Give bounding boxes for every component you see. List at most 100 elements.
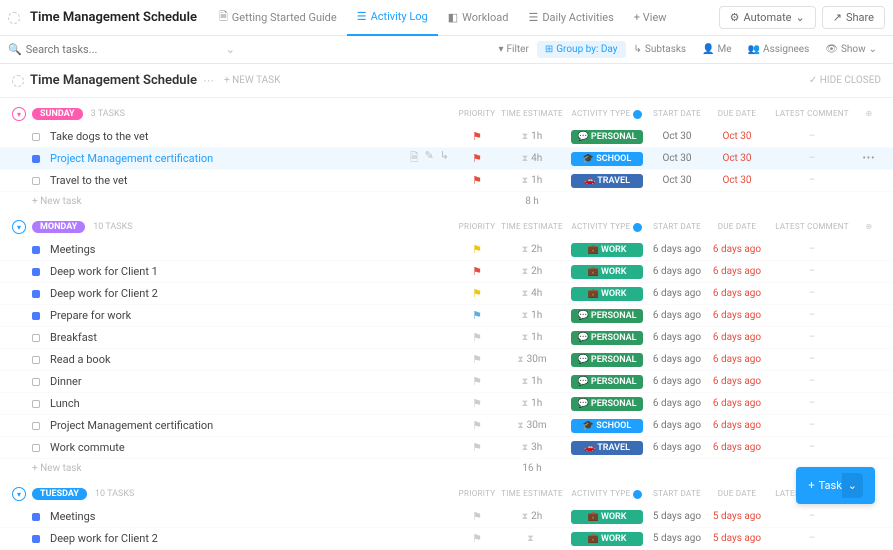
flag-icon[interactable]: ⚑	[472, 130, 482, 143]
due-date[interactable]: 6 days ago	[707, 244, 767, 255]
flag-icon[interactable]: ⚑	[472, 265, 482, 278]
activity-type-pill[interactable]: 💬 PERSONAL	[571, 353, 643, 367]
time-estimate[interactable]: ⧗2h	[497, 511, 567, 522]
task-name[interactable]: Work commute	[50, 441, 457, 454]
new-task-button[interactable]: + NEW TASK	[224, 75, 280, 86]
time-estimate[interactable]: ⧗30m	[497, 354, 567, 365]
assignees-button[interactable]: 👥Assignees	[740, 41, 818, 58]
task-row[interactable]: Meetings ⚑ ⧗2h 💼 WORK 6 days ago 6 days …	[0, 239, 893, 261]
latest-comment[interactable]: –	[767, 288, 857, 299]
tab-activity-log[interactable]: ☰Activity Log	[347, 0, 438, 36]
chevron-down-icon[interactable]: ⌄	[226, 43, 235, 56]
show-button[interactable]: 👁Show⌄	[817, 41, 885, 58]
new-task-fab[interactable]: + Task ⌄	[796, 467, 875, 504]
col-latest-comment[interactable]: LATEST COMMENT	[767, 109, 857, 118]
latest-comment[interactable]: –	[767, 420, 857, 431]
add-column-button[interactable]: ⊕	[857, 222, 881, 231]
task-name[interactable]: Project Management certification	[50, 419, 457, 432]
automate-button[interactable]: ⚙Automate⌄	[719, 6, 816, 29]
tab-getting-started[interactable]: 🗎Getting Started Guide	[209, 0, 347, 36]
flag-icon[interactable]: ⚑	[472, 510, 482, 523]
time-estimate[interactable]: ⧗1h	[497, 332, 567, 343]
activity-type-pill[interactable]: 🎓 SCHOOL	[571, 152, 643, 166]
tab-workload[interactable]: ◧Workload	[438, 0, 519, 36]
flag-icon[interactable]: ⚑	[472, 309, 482, 322]
task-row[interactable]: Work commute ⚑ ⧗3h 🚗 TRAVEL 6 days ago 6…	[0, 437, 893, 459]
time-estimate[interactable]: ⧗	[497, 533, 567, 544]
time-estimate[interactable]: ⧗1h	[497, 131, 567, 142]
time-estimate[interactable]: ⧗1h	[497, 175, 567, 186]
me-button[interactable]: 👤Me	[694, 41, 740, 58]
task-row[interactable]: Dinner ⚑ ⧗1h 💬 PERSONAL 6 days ago 6 day…	[0, 371, 893, 393]
task-row[interactable]: Read a book ⚑ ⧗30m 💬 PERSONAL 6 days ago…	[0, 349, 893, 371]
task-name[interactable]: Meetings	[50, 243, 457, 256]
due-date[interactable]: 6 days ago	[707, 354, 767, 365]
add-view-button[interactable]: + View	[624, 0, 677, 36]
activity-type-pill[interactable]: 💬 PERSONAL	[571, 331, 643, 345]
status-checkbox[interactable]	[32, 535, 40, 543]
rename-icon[interactable]: ✎	[425, 149, 434, 168]
due-date[interactable]: 6 days ago	[707, 310, 767, 321]
flag-icon[interactable]: ⚑	[472, 243, 482, 256]
flag-icon[interactable]: ⚑	[472, 397, 482, 410]
col-priority[interactable]: PRIORITY	[457, 109, 497, 118]
flag-icon[interactable]: ⚑	[472, 532, 482, 545]
task-row[interactable]: Deep work for Client 1 ⚑ ⧗2h 💼 WORK 6 da…	[0, 261, 893, 283]
latest-comment[interactable]: –	[767, 266, 857, 277]
due-date[interactable]: 6 days ago	[707, 376, 767, 387]
col-activity-type[interactable]: ACTIVITY TYPE	[567, 109, 647, 118]
task-name[interactable]: Lunch	[50, 397, 457, 410]
col-start-date[interactable]: START DATE	[647, 109, 707, 118]
col-activity-type[interactable]: ACTIVITY TYPE	[567, 489, 647, 498]
search-input[interactable]	[26, 43, 226, 56]
time-estimate[interactable]: ⧗1h	[497, 376, 567, 387]
activity-type-pill[interactable]: 💼 WORK	[571, 265, 643, 279]
status-checkbox[interactable]	[32, 290, 40, 298]
start-date[interactable]: Oct 30	[647, 153, 707, 164]
task-name[interactable]: Deep work for Client 1	[50, 265, 457, 278]
task-row[interactable]: Travel to the vet ⚑ ⧗1h 🚗 TRAVEL Oct 30 …	[0, 170, 893, 192]
latest-comment[interactable]: –	[767, 354, 857, 365]
task-row[interactable]: Breakfast ⚑ ⧗1h 💬 PERSONAL 6 days ago 6 …	[0, 327, 893, 349]
activity-type-pill[interactable]: 💼 WORK	[571, 243, 643, 257]
start-date[interactable]: Oct 30	[647, 175, 707, 186]
start-date[interactable]: 6 days ago	[647, 420, 707, 431]
start-date[interactable]: 6 days ago	[647, 266, 707, 277]
task-row[interactable]: Project Management certification 🗎✎↳ ⚑ ⧗…	[0, 148, 893, 170]
activity-type-pill[interactable]: 💬 PERSONAL	[571, 130, 643, 144]
due-date[interactable]: Oct 30	[707, 131, 767, 142]
filter-button[interactable]: ▾Filter	[490, 41, 536, 58]
status-checkbox[interactable]	[32, 312, 40, 320]
task-name[interactable]: Meetings	[50, 510, 457, 523]
task-name[interactable]: Prepare for work	[50, 309, 457, 322]
latest-comment[interactable]: –	[767, 131, 857, 142]
task-row[interactable]: Meetings ⚑ ⧗2h 💼 WORK 5 days ago 5 days …	[0, 506, 893, 528]
col-start-date[interactable]: START DATE	[647, 222, 707, 231]
latest-comment[interactable]: –	[767, 398, 857, 409]
start-date[interactable]: 6 days ago	[647, 244, 707, 255]
latest-comment[interactable]: –	[767, 442, 857, 453]
chevron-down-icon[interactable]: ⌄	[842, 473, 863, 498]
task-name[interactable]: Deep work for Client 2	[50, 287, 457, 300]
task-name[interactable]: Read a book	[50, 353, 457, 366]
task-name[interactable]: Deep work for Client 2	[50, 532, 457, 545]
due-date[interactable]: Oct 30	[707, 153, 767, 164]
task-row[interactable]: Project Management certification ⚑ ⧗30m …	[0, 415, 893, 437]
latest-comment[interactable]: –	[767, 376, 857, 387]
tab-daily-activities[interactable]: ☰Daily Activities	[518, 0, 623, 36]
status-checkbox[interactable]	[32, 422, 40, 430]
time-estimate[interactable]: ⧗30m	[497, 420, 567, 431]
edit-icon[interactable]: 🗎	[410, 149, 419, 168]
subtasks-button[interactable]: ↳Subtasks	[626, 41, 695, 58]
start-date[interactable]: 6 days ago	[647, 354, 707, 365]
due-date[interactable]: 6 days ago	[707, 442, 767, 453]
status-checkbox[interactable]	[32, 155, 40, 163]
time-estimate[interactable]: ⧗2h	[497, 266, 567, 277]
status-checkbox[interactable]	[32, 356, 40, 364]
col-time-estimate[interactable]: TIME ESTIMATE	[497, 489, 567, 498]
collapse-toggle[interactable]: ▾	[12, 220, 26, 234]
new-task-row[interactable]: + New task 16 h	[0, 459, 893, 478]
task-row[interactable]: Prepare for work ⚑ ⧗1h 💬 PERSONAL 6 days…	[0, 305, 893, 327]
activity-type-pill[interactable]: 💼 WORK	[571, 287, 643, 301]
hide-closed-toggle[interactable]: ✓ HIDE CLOSED	[809, 75, 881, 86]
